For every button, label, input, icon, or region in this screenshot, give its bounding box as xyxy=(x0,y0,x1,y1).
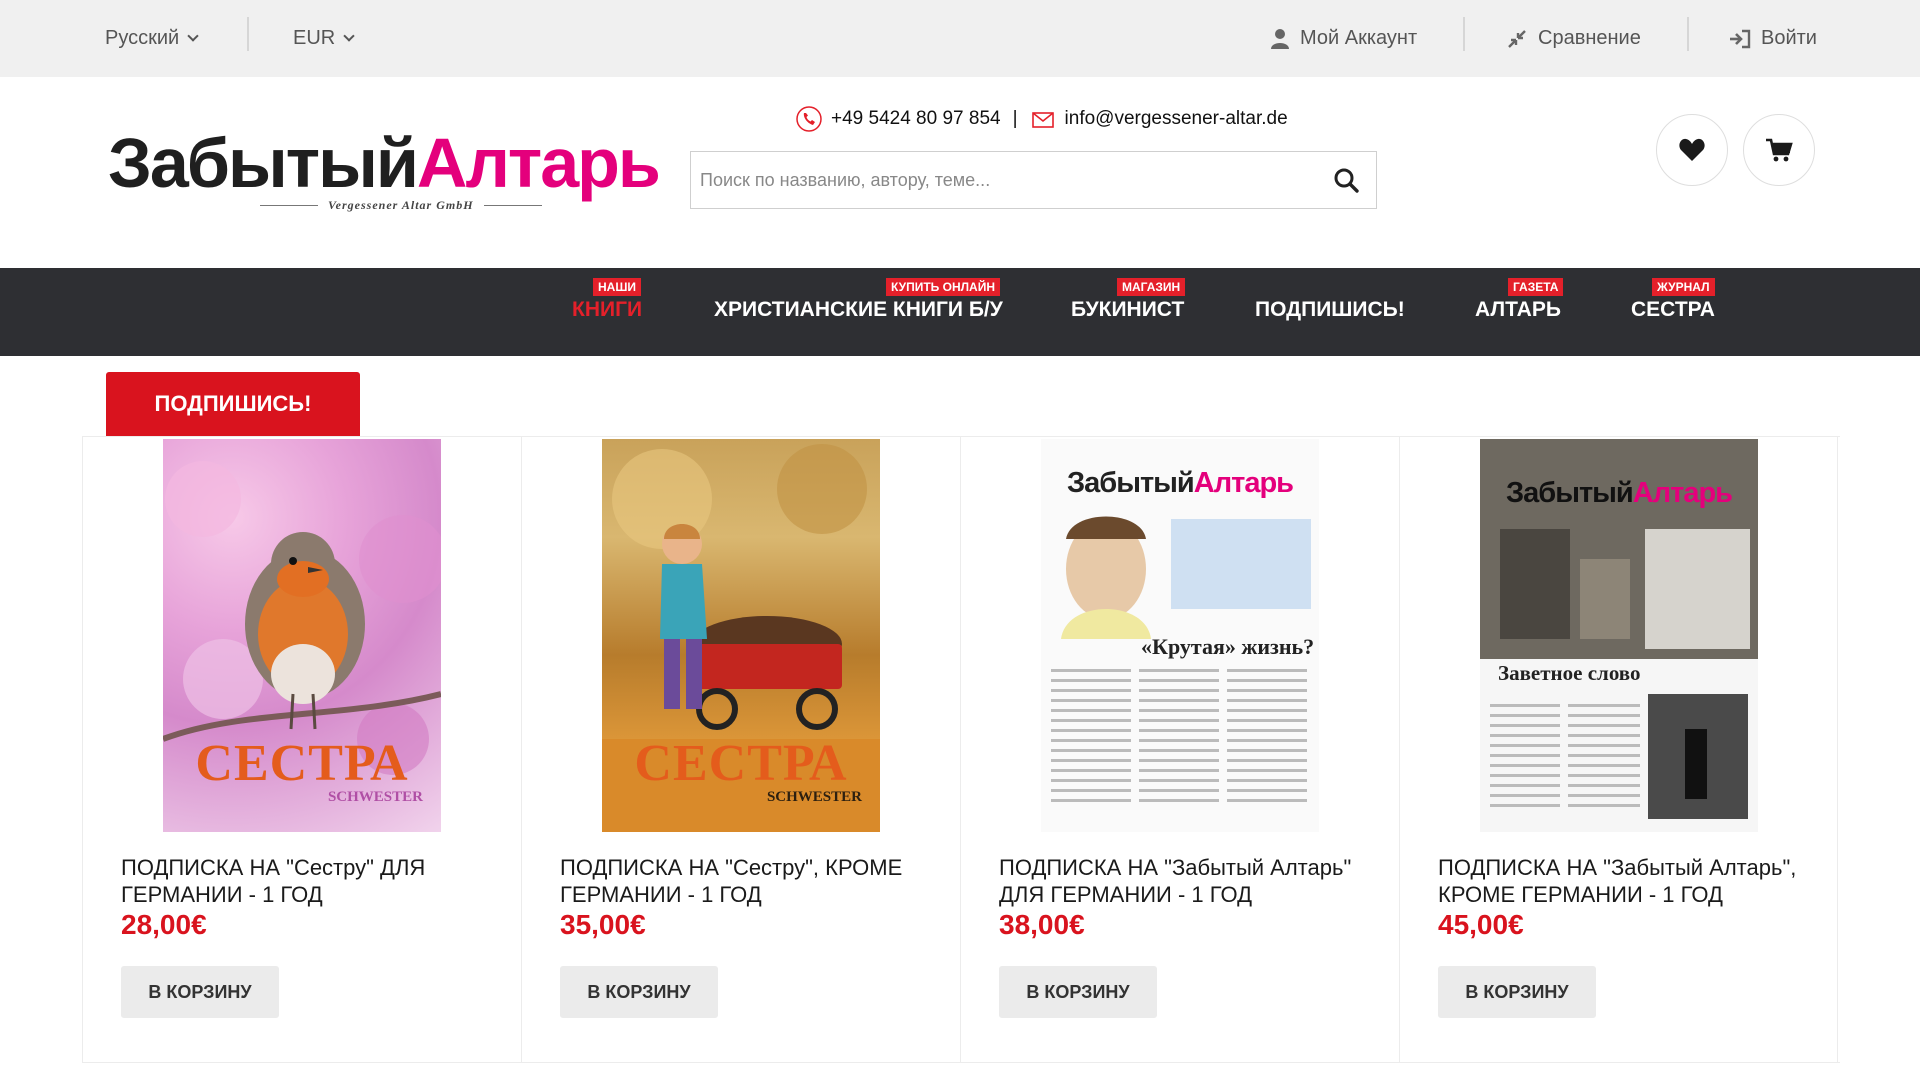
masthead-pink: Алтарь xyxy=(1632,477,1733,509)
my-account-label: Мой Аккаунт xyxy=(1300,27,1418,49)
product-image[interactable]: СЕСТРА SCHWESTER xyxy=(602,439,880,832)
language-label: Русский xyxy=(105,27,180,49)
login-label: Войти xyxy=(1761,27,1817,49)
logo-wordmark: ЗабытыйАлтарь xyxy=(108,118,661,208)
main-navigation: НАШИ КНИГИ КУПИТЬ ОНЛАЙН ХРИСТИАНСКИЕ КН… xyxy=(0,268,1920,356)
cover-title: СЕСТРА xyxy=(195,735,409,792)
product-price: 28,00€ xyxy=(121,909,207,940)
my-account-link[interactable]: Мой Аккаунт xyxy=(1270,0,1417,77)
currency-label: EUR xyxy=(293,27,336,49)
cart-button[interactable] xyxy=(1743,114,1815,186)
phone-icon xyxy=(796,106,822,132)
chevron-down-icon xyxy=(187,30,199,42)
masthead-dark: Забытый xyxy=(1505,477,1634,509)
search-icon[interactable] xyxy=(1332,166,1362,196)
product-grid: СЕСТРА SCHWESTER ПОДПИСКА НА "Сестру" ДЛ… xyxy=(82,437,1840,1062)
add-to-cart-button[interactable]: В КОРЗИНУ xyxy=(560,966,718,1018)
nav-badge: ЖУРНАЛ xyxy=(1652,278,1715,296)
grid-divider xyxy=(82,1062,1840,1063)
product-price: 35,00€ xyxy=(560,909,646,940)
product-title[interactable]: ПОДПИСКА НА "Сестру", КРОМЕ ГЕРМАНИИ - 1… xyxy=(560,854,960,908)
product-image[interactable]: ЗабытыйАлтарь «Крутая» жизнь? xyxy=(1041,439,1319,832)
user-icon xyxy=(1271,28,1289,49)
cover-subtitle: SCHWESTER xyxy=(766,789,862,805)
nav-item-subscribe[interactable]: ПОДПИШИСЬ! xyxy=(1255,268,1405,356)
product-image[interactable]: ЗабытыйАлтарь Заветное слово xyxy=(1480,439,1758,832)
product-price: 45,00€ xyxy=(1438,909,1524,940)
logo-text-pink: Алтарь xyxy=(416,124,661,202)
product-card: СЕСТРА SCHWESTER ПОДПИСКА НА "Сестру", К… xyxy=(521,437,960,1062)
cover-headline: Заветное слово xyxy=(1498,661,1641,685)
phone-number[interactable]: +49 5424 80 97 854 xyxy=(831,108,1001,130)
email-address[interactable]: info@vergessener-altar.de xyxy=(1065,108,1288,130)
logo-subtitle: Vergessener Altar GmbH xyxy=(250,198,552,213)
product-card: ЗабытыйАлтарь «Крутая» жизнь? ПОДПИСКА Н… xyxy=(960,437,1399,1062)
product-title[interactable]: ПОДПИСКА НА "Сестру" ДЛЯ ГЕРМАНИИ - 1 ГО… xyxy=(121,854,521,908)
cover-subtitle: SCHWESTER xyxy=(327,789,423,805)
logo-text-dark: Забытый xyxy=(108,124,419,202)
add-to-cart-button[interactable]: В КОРЗИНУ xyxy=(121,966,279,1018)
top-bar: Русский EUR Мой Аккаунт Сравнение Войти xyxy=(0,0,1920,77)
login-link[interactable]: Войти xyxy=(1729,0,1817,77)
nav-badge: НАШИ xyxy=(593,278,642,296)
wishlist-button[interactable] xyxy=(1656,114,1728,186)
language-selector[interactable]: Русский xyxy=(105,0,199,77)
product-card: СЕСТРА SCHWESTER ПОДПИСКА НА "Сестру" ДЛ… xyxy=(82,437,521,1062)
product-card: ЗабытыйАлтарь Заветное слово ПОДПИСКА НА… xyxy=(1399,437,1838,1062)
email-icon xyxy=(1031,112,1054,128)
heart-icon xyxy=(1679,138,1705,161)
section-tab-subscribe[interactable]: ПОДПИШИСЬ! xyxy=(106,372,360,436)
topbar-divider xyxy=(1463,17,1465,51)
compare-link[interactable]: Сравнение xyxy=(1506,0,1641,77)
nav-label: АЛТАРЬ xyxy=(1475,298,1561,321)
contact-separator: | xyxy=(1012,108,1018,129)
product-title[interactable]: ПОДПИСКА НА "Забытый Алтарь", КРОМЕ ГЕРМ… xyxy=(1438,854,1838,908)
nav-label: КНИГИ xyxy=(572,298,643,321)
compare-arrows-icon xyxy=(1508,29,1526,48)
add-to-cart-button[interactable]: В КОРЗИНУ xyxy=(1438,966,1596,1018)
nav-label: СЕСТРА xyxy=(1631,298,1715,321)
nav-label: ПОДПИШИСЬ! xyxy=(1255,298,1405,321)
sign-in-icon xyxy=(1730,29,1751,48)
topbar-divider xyxy=(247,17,249,51)
cover-headline: «Крутая» жизнь? xyxy=(1141,634,1315,659)
contact-info: +49 5424 80 97 854 | info@vergessener-al… xyxy=(796,104,1288,134)
nav-label: БУКИНИСТ xyxy=(1071,298,1185,321)
product-price: 38,00€ xyxy=(999,909,1085,940)
cart-icon xyxy=(1766,138,1793,162)
nav-item-altar[interactable]: ГАЗЕТА АЛТАРЬ xyxy=(1475,268,1564,356)
nav-item-used-books[interactable]: КУПИТЬ ОНЛАЙН ХРИСТИАНСКИЕ КНИГИ Б/У xyxy=(714,268,1003,356)
cover-masthead: ЗабытыйАлтарь xyxy=(1480,477,1758,510)
site-logo[interactable]: ЗабытыйАлтарь Vergessener Altar GmbH xyxy=(108,118,661,218)
nav-badge: КУПИТЬ ОНЛАЙН xyxy=(886,278,1001,296)
nav-label: ХРИСТИАНСКИЕ КНИГИ Б/У xyxy=(714,298,1003,321)
search-input[interactable] xyxy=(691,152,1311,208)
currency-selector[interactable]: EUR xyxy=(293,0,355,77)
cover-title: СЕСТРА xyxy=(634,735,848,792)
chevron-down-icon xyxy=(343,30,355,42)
nav-item-books[interactable]: НАШИ КНИГИ xyxy=(572,268,642,356)
topbar-divider xyxy=(1687,17,1689,51)
nav-item-bookstore[interactable]: МАГАЗИН БУКИНИСТ xyxy=(1071,268,1186,356)
add-to-cart-button[interactable]: В КОРЗИНУ xyxy=(999,966,1157,1018)
nav-badge: ГАЗЕТА xyxy=(1508,278,1564,296)
product-title[interactable]: ПОДПИСКА НА "Забытый Алтарь" ДЛЯ ГЕРМАНИ… xyxy=(999,854,1399,908)
nav-item-sister[interactable]: ЖУРНАЛ СЕСТРА xyxy=(1631,268,1715,356)
search-box xyxy=(690,151,1377,209)
nav-badge: МАГАЗИН xyxy=(1117,278,1186,296)
product-image[interactable]: СЕСТРА SCHWESTER xyxy=(163,439,441,832)
compare-label: Сравнение xyxy=(1538,27,1641,49)
